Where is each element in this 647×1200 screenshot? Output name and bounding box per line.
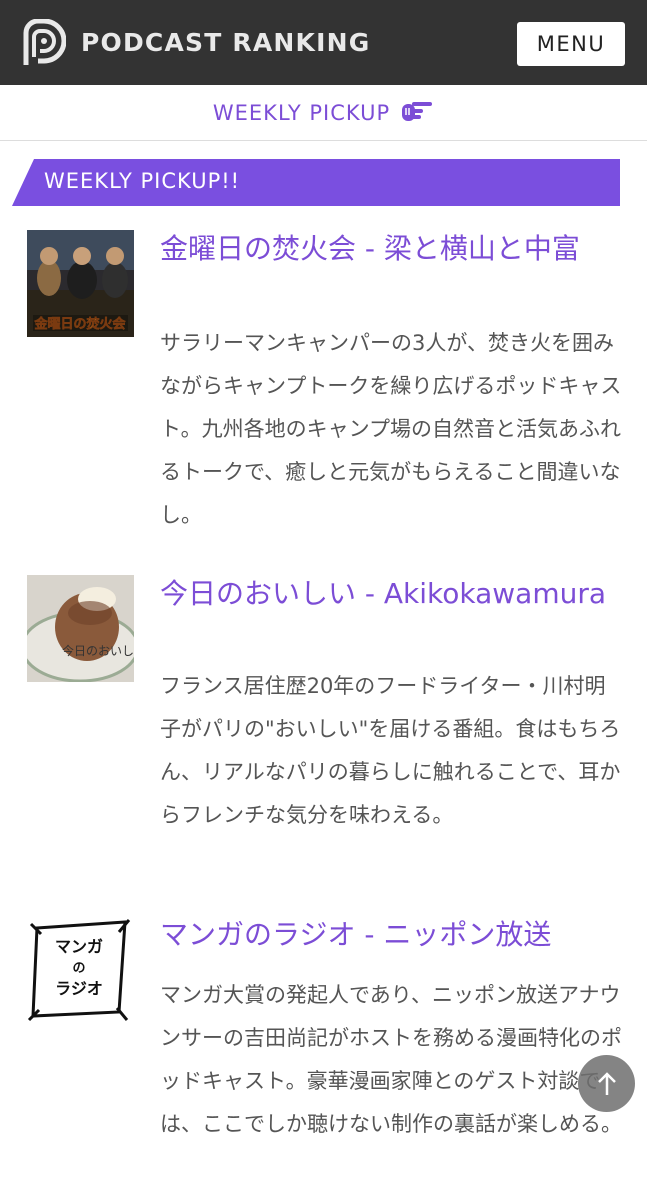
podcast-title[interactable]: 今日のおいしい - Akikokawamura bbox=[160, 575, 620, 613]
pointing-hand-icon bbox=[402, 101, 433, 121]
site-title[interactable]: PODCAST RANKING bbox=[81, 28, 370, 57]
scroll-to-top-button[interactable] bbox=[578, 1055, 635, 1112]
arrow-up-icon bbox=[597, 1071, 616, 1095]
podcast-description: マンガ大賞の発起人であり、ニッポン放送アナウンサーの吉田尚記がホストを務める漫画… bbox=[160, 983, 622, 1136]
podcast-thumbnail[interactable]: 金曜日の焚火会 bbox=[27, 230, 134, 337]
podcast-description: サラリーマンキャンパーの3人が、焚き火を囲みながらキャンプトークを繰り広げるポッ… bbox=[160, 331, 622, 527]
podcast-description: フランス居住歴20年のフードライター・川村明子がパリの"おいしい"を届ける番組。… bbox=[160, 674, 621, 827]
thumb-caption: 今日のおいしい bbox=[62, 643, 134, 658]
thumb-caption: 金曜日の焚火会 bbox=[33, 316, 126, 332]
podcast-title[interactable]: マンガのラジオ - ニッポン放送 bbox=[160, 916, 620, 954]
weekly-pickup-label: WEEKLY PICKUP bbox=[212, 100, 391, 125]
podcast-title[interactable]: 金曜日の焚火会 - 梁と横山と中富 bbox=[160, 230, 620, 268]
section-title: WEEKLY PICKUP!! bbox=[44, 169, 241, 193]
thumb-line: の bbox=[72, 961, 85, 976]
thumb-line: マンガ bbox=[55, 937, 103, 956]
top-bar: PODCAST RANKING MENU bbox=[0, 0, 647, 85]
thumb-line: ラジオ bbox=[55, 979, 103, 998]
podcast-logo-icon[interactable] bbox=[20, 19, 66, 67]
menu-button[interactable]: MENU bbox=[517, 22, 625, 66]
section-banner: WEEKLY PICKUP!! bbox=[12, 159, 620, 206]
podcast-thumbnail[interactable]: マンガ の ラジオ bbox=[27, 916, 134, 1023]
podcast-thumbnail[interactable]: 今日のおいしい bbox=[27, 575, 134, 682]
weekly-pickup-link[interactable]: WEEKLY PICKUP bbox=[0, 85, 647, 141]
